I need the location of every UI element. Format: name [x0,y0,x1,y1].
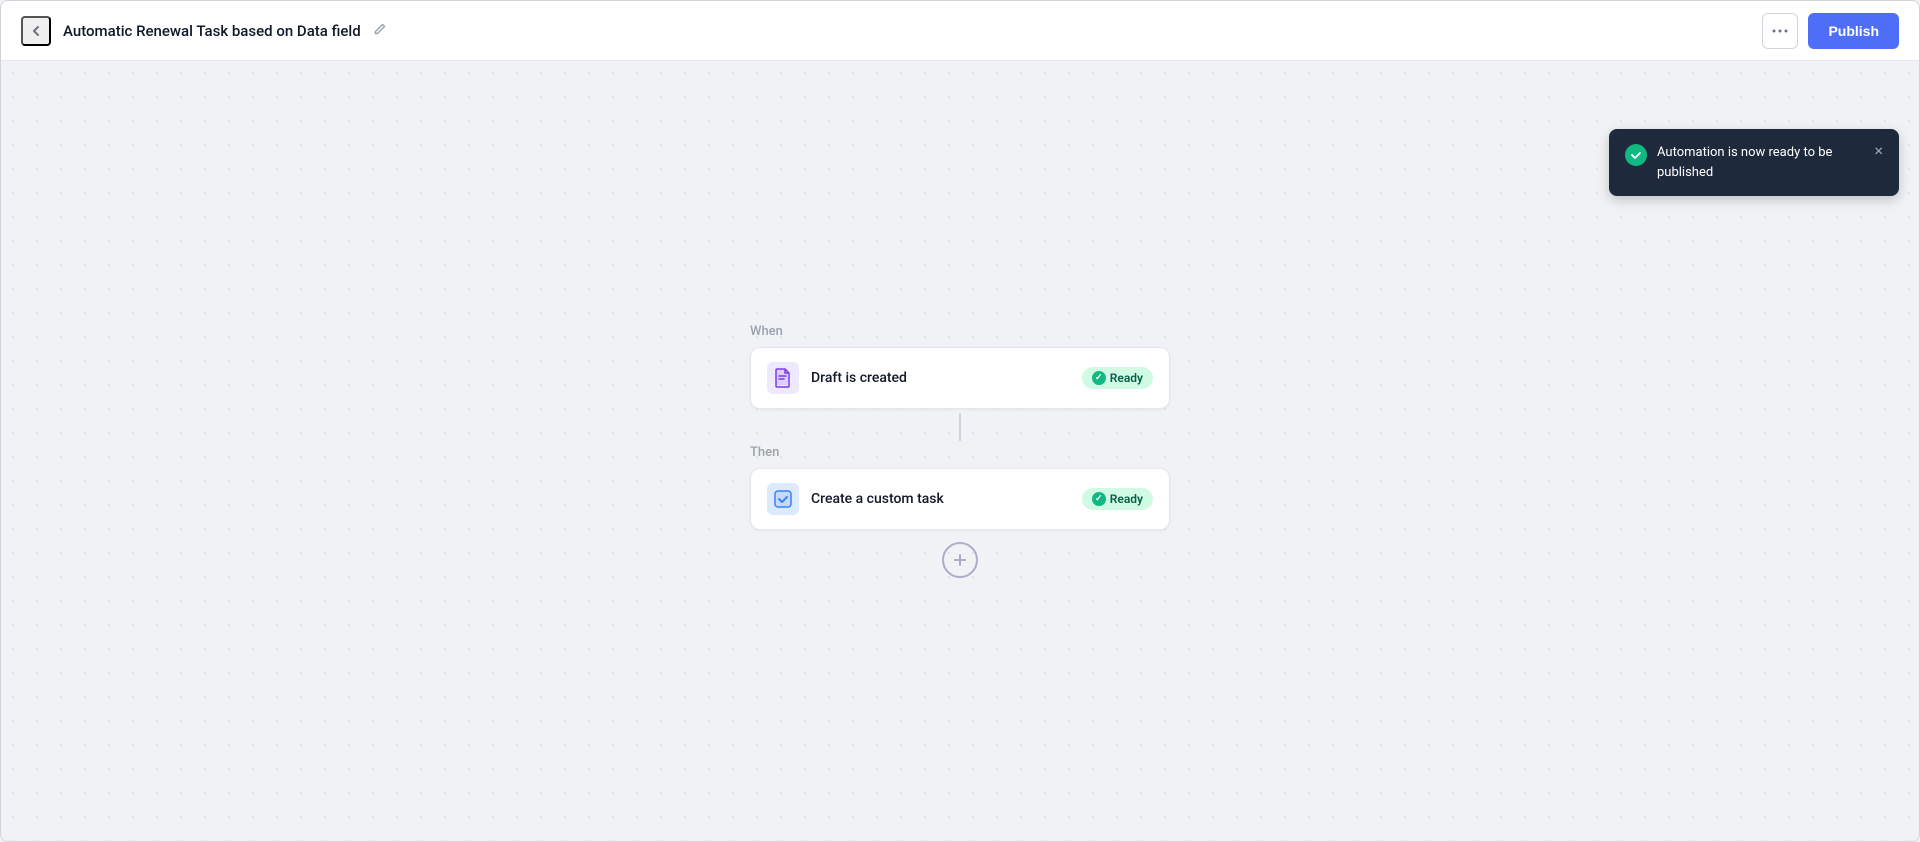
trigger-card[interactable]: Draft is created ✓ Ready [750,347,1170,409]
when-section: When Draft is created [750,324,1170,409]
publish-button[interactable]: Publish [1808,13,1899,49]
when-label: When [750,324,1170,339]
canvas: When Draft is created [1,61,1919,841]
toast-check-icon [1625,144,1647,166]
header-right: Publish [1762,13,1899,49]
task-icon [767,483,799,515]
action-ready-badge: ✓ Ready [1082,488,1153,510]
toast-left: Automation is now ready to be published [1625,143,1866,182]
page-title: Automatic Renewal Task based on Data fie… [63,22,361,40]
toast-close-button[interactable]: × [1874,143,1883,159]
connector-line [959,413,961,441]
header-left: Automatic Renewal Task based on Data fie… [21,16,387,46]
trigger-label: Draft is created [811,370,907,386]
back-button[interactable] [21,16,51,46]
add-step-button[interactable] [942,542,978,578]
then-section: Then Create a custom task ✓ [750,445,1170,530]
draft-icon [767,362,799,394]
action-check-icon: ✓ [1092,492,1106,506]
trigger-check-icon: ✓ [1092,371,1106,385]
header: Automatic Renewal Task based on Data fie… [1,1,1919,61]
action-status: Ready [1110,492,1143,506]
more-options-button[interactable] [1762,13,1798,49]
toast-message: Automation is now ready to be published [1657,143,1866,182]
trigger-card-left: Draft is created [767,362,907,394]
trigger-status: Ready [1110,371,1143,385]
flow-container: When Draft is created [750,324,1170,578]
then-label: Then [750,445,1170,460]
action-card[interactable]: Create a custom task ✓ Ready [750,468,1170,530]
edit-icon[interactable] [373,22,387,40]
trigger-ready-badge: ✓ Ready [1082,367,1153,389]
toast-notification: Automation is now ready to be published … [1609,129,1899,196]
app-wrapper: Automatic Renewal Task based on Data fie… [0,0,1920,842]
action-label: Create a custom task [811,491,944,507]
action-card-left: Create a custom task [767,483,944,515]
